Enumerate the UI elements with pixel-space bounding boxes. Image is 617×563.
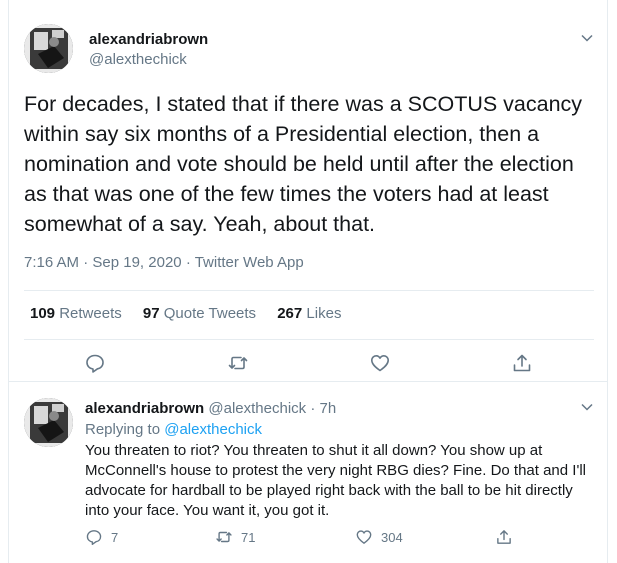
tweet-source[interactable]: Twitter Web App bbox=[195, 254, 304, 271]
share-button[interactable] bbox=[495, 526, 521, 548]
divider bbox=[24, 290, 594, 291]
reply-actions: 7 71 304 bbox=[85, 526, 595, 548]
like-button[interactable]: 304 bbox=[355, 526, 403, 548]
reply-header: alexandriabrown @alexthechick · 7h bbox=[85, 400, 336, 417]
meta-separator: · bbox=[83, 254, 89, 271]
retweet-icon[interactable] bbox=[227, 352, 249, 374]
share-icon bbox=[497, 530, 511, 544]
likes-stat[interactable]: 267 Likes bbox=[277, 305, 341, 322]
author-handle[interactable]: @alexthechick bbox=[89, 51, 187, 68]
replying-to-link[interactable]: @alexthechick bbox=[164, 421, 262, 438]
reply-tweet[interactable]: alexandriabrown @alexthechick · 7h Reply… bbox=[9, 383, 607, 563]
header-separator: · bbox=[310, 400, 316, 417]
author-name[interactable]: alexandriabrown bbox=[85, 400, 204, 417]
retweet-icon bbox=[216, 531, 232, 543]
like-icon[interactable] bbox=[369, 352, 391, 374]
author-handle[interactable]: @alexthechick bbox=[208, 400, 306, 417]
reply-time[interactable]: 7h bbox=[320, 400, 337, 417]
tweet-actions bbox=[9, 344, 607, 380]
replying-to: Replying to @alexthechick bbox=[85, 421, 262, 438]
tweet-time[interactable]: 7:16 AM bbox=[24, 254, 79, 271]
chevron-down-icon[interactable] bbox=[580, 400, 594, 414]
share-icon[interactable] bbox=[511, 352, 533, 374]
main-tweet: alexandriabrown @alexthechick For decade… bbox=[9, 0, 607, 382]
divider bbox=[24, 339, 594, 340]
reply-text: You threaten to riot? You threaten to sh… bbox=[85, 442, 586, 519]
retweets-stat[interactable]: 109 Retweets bbox=[30, 305, 122, 322]
tweet-meta: 7:16 AM · Sep 19, 2020 · Twitter Web App bbox=[24, 254, 304, 271]
tweet-text: For decades, I stated that if there was … bbox=[24, 92, 583, 236]
quote-tweets-stat[interactable]: 97 Quote Tweets bbox=[143, 305, 256, 322]
retweet-count: 71 bbox=[241, 529, 256, 545]
retweets-count: 109 bbox=[30, 305, 56, 322]
reply-icon[interactable] bbox=[84, 352, 106, 374]
tweet-stats: 109 Retweets 97 Quote Tweets 267 Likes bbox=[30, 305, 358, 322]
like-count: 304 bbox=[381, 529, 403, 545]
like-icon bbox=[356, 530, 372, 544]
retweet-button[interactable]: 71 bbox=[215, 526, 255, 548]
reply-count: 7 bbox=[111, 529, 119, 545]
replying-label: Replying to bbox=[85, 421, 161, 438]
tweet-thread: alexandriabrown @alexthechick For decade… bbox=[8, 0, 608, 563]
reply-button[interactable]: 7 bbox=[85, 526, 118, 548]
likes-label: Likes bbox=[306, 305, 342, 322]
avatar[interactable] bbox=[24, 24, 73, 73]
chevron-down-icon[interactable] bbox=[580, 31, 594, 45]
reply-icon bbox=[86, 530, 102, 546]
avatar[interactable] bbox=[24, 398, 73, 447]
quote-count: 97 bbox=[142, 305, 160, 322]
tweet-date[interactable]: Sep 19, 2020 bbox=[92, 254, 181, 271]
retweets-label: Retweets bbox=[59, 305, 122, 322]
meta-separator: · bbox=[185, 254, 191, 271]
likes-count: 267 bbox=[277, 305, 303, 322]
quote-label: Quote Tweets bbox=[163, 305, 257, 322]
author-name[interactable]: alexandriabrown bbox=[89, 31, 208, 48]
